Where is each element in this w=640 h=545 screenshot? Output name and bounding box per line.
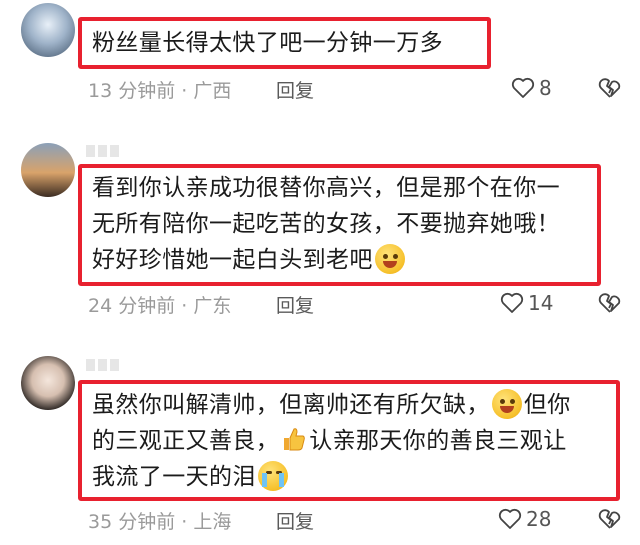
broken-heart-icon [598,509,621,529]
dislike-button[interactable] [597,508,623,534]
comment-text: 看到你认亲成功很替你高兴，但是那个在你一 [92,175,560,201]
like-count: 8 [539,76,552,100]
comment-text: 无所有陪你一起吃苦的女孩，不要抛弃她哦！ [92,211,560,237]
broken-heart-icon [598,78,621,98]
reply-button[interactable]: 回复 [276,507,314,534]
comment-text-segment: 但你 [523,392,571,418]
like-button[interactable]: 14 [500,290,553,316]
comment-text-segment: 虽然你叫解清帅，但离帅还有所欠缺， [92,392,490,418]
comment-location: 广西 [193,80,232,102]
comment-text-segment: 的三观正又善良， [92,428,280,454]
comment-text: 我流了一天的泪 [92,459,290,495]
comment-text: 虽然你叫解清帅，但离帅还有所欠缺， 但你 [92,387,571,423]
meta-separator: · [181,295,188,317]
username[interactable] [86,145,120,157]
comment-text-segment: 好好珍惜她一起白头到老吧 [92,247,373,273]
comment-text-segment: 认亲那天你的善良三观让 [309,428,567,454]
laughing-emoji [374,243,405,274]
comment-time: 13 分钟前 [88,80,176,102]
like-count: 28 [526,507,552,531]
dislike-button[interactable] [597,77,623,103]
reply-button[interactable]: 回复 [276,76,314,103]
comment-location: 广东 [193,295,232,317]
comment-meta: 35 分钟前 · 上海 [88,507,231,534]
comment-meta: 24 分钟前 · 广东 [88,291,231,318]
heart-outline-icon [500,292,524,313]
like-button[interactable]: 8 [511,75,552,101]
broken-heart-icon [598,293,621,313]
comment-meta: 13 分钟前 · 广西 [88,76,231,103]
username[interactable] [86,359,120,371]
crying-emoji [257,460,288,491]
comment-time: 24 分钟前 [88,295,176,317]
reply-button[interactable]: 回复 [276,291,314,318]
comment-location: 上海 [193,511,232,533]
heart-outline-icon [511,77,535,98]
avatar[interactable] [21,3,75,57]
like-count: 14 [528,291,554,315]
avatar[interactable] [21,356,75,410]
meta-separator: · [181,511,188,533]
avatar[interactable] [21,143,75,197]
thumbs-up-emoji [284,427,306,450]
comment-time: 35 分钟前 [88,511,176,533]
meta-separator: · [181,80,188,102]
comment-text: 粉丝量长得太快了吧一分钟一万多 [92,30,443,56]
comment-text-segment: 我流了一天的泪 [92,464,256,490]
heart-outline-icon [498,508,522,529]
dislike-button[interactable] [597,292,623,318]
comment-text: 的三观正又善良， 认亲那天你的善良三观让 [92,423,567,459]
laughing-emoji [491,388,522,419]
comment-text: 好好珍惜她一起白头到老吧 [92,242,407,278]
like-button[interactable]: 28 [498,506,551,532]
